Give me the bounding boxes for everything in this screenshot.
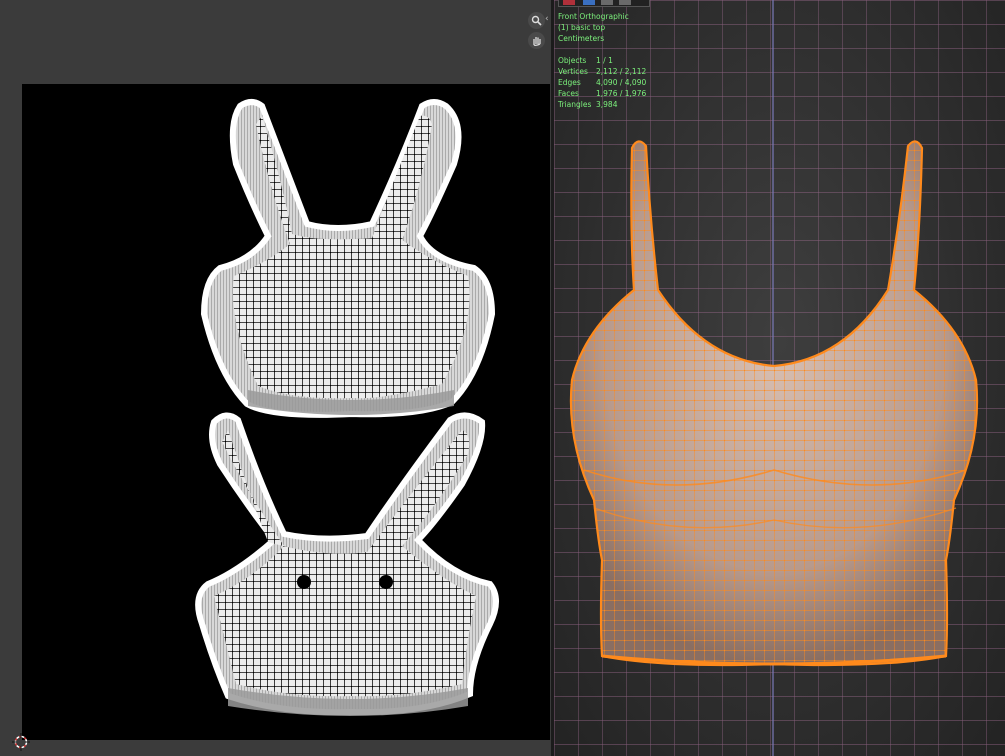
uv-island-back (200, 99, 496, 418)
select-mode-button[interactable] (583, 0, 595, 5)
uv-editor-panel (0, 0, 552, 756)
uv-islands (195, 99, 499, 716)
3d-cursor-icon[interactable] (12, 733, 30, 751)
viewport-header-strip (558, 0, 650, 7)
viewport-scene (554, 0, 1005, 756)
hand-pan-icon[interactable] (528, 32, 545, 49)
select-mode-button-2[interactable] (601, 0, 613, 5)
stat-row: Faces 1,976 / 1,976 (558, 89, 647, 98)
select-mode-button-3[interactable] (619, 0, 631, 5)
view-name: Front Orthographic (558, 12, 629, 21)
mode-button[interactable] (563, 0, 575, 5)
active-object-name: (1) basic top (558, 23, 606, 32)
uv-pinch-right (379, 575, 393, 589)
uv-canvas[interactable] (22, 84, 550, 740)
stat-row: Triangles 3,984 (558, 100, 618, 109)
chevron-left-icon[interactable]: ‹ (545, 14, 549, 24)
zoom-icon[interactable] (528, 12, 545, 29)
3d-viewport[interactable]: Front Orthographic (1) basic top Centime… (554, 0, 1005, 756)
stat-row: Edges 4,090 / 4,090 (558, 78, 647, 87)
stat-row: Vertices 2,112 / 2,112 (558, 67, 647, 76)
uv-island-front (195, 412, 499, 716)
unit-system: Centimeters (558, 34, 605, 43)
uv-pinch-left (297, 575, 311, 589)
stat-row: Objects 1 / 1 (558, 56, 613, 65)
viewport-stats-overlay: Front Orthographic (1) basic top Centime… (558, 11, 646, 110)
